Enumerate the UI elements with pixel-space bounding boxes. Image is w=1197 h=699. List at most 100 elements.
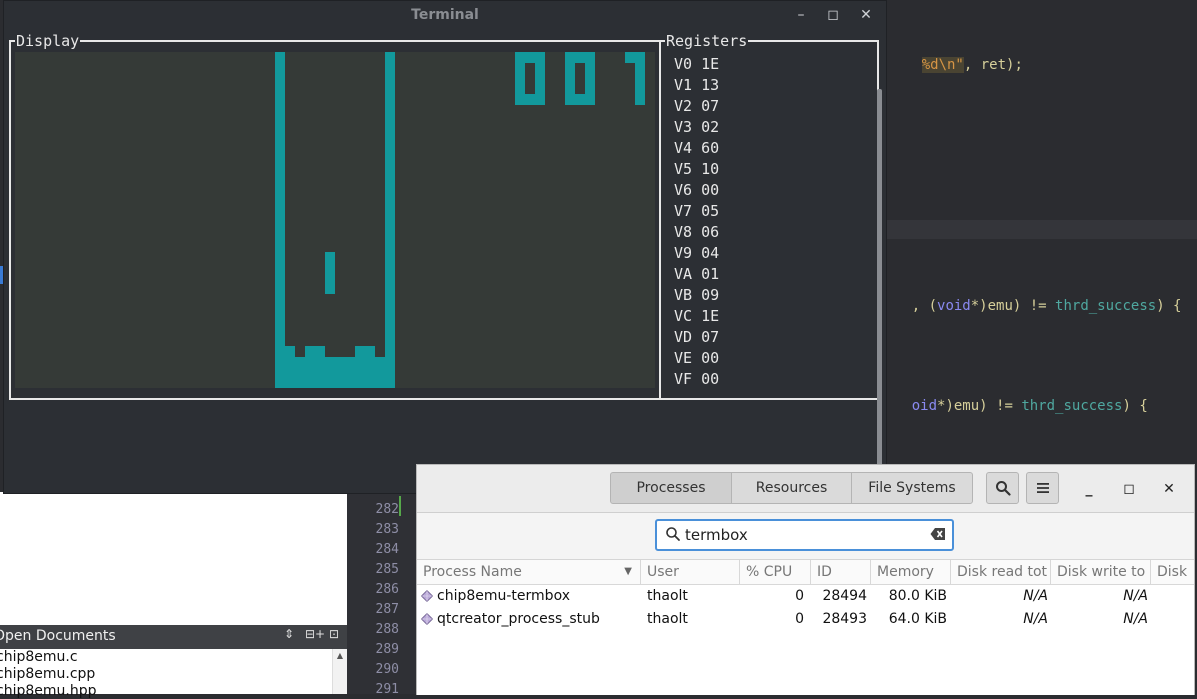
stacked-block [285, 346, 295, 357]
search-icon [665, 526, 681, 542]
score-digit-pixel [535, 52, 545, 63]
process-icon [421, 613, 433, 625]
table-row[interactable]: qtcreator_process_stubthaolt02849364.0 K… [417, 608, 1194, 631]
code-line-thrd-create-1[interactable]: , (void*)emu) != thrd_success) { [878, 282, 1181, 330]
search-bar [417, 513, 1194, 560]
score-digit-pixel [535, 63, 545, 74]
register-value: 00 [701, 349, 719, 367]
tab-processes[interactable]: Processes [610, 472, 732, 504]
system-monitor-headerbar[interactable]: Processes Resources File Systems _ ◻ ✕ [417, 465, 1194, 513]
register-value: 07 [701, 97, 719, 115]
open-documents-header: Open Documents ⇕ ⊟+ ⊡ [0, 625, 347, 649]
score-digit-pixel [565, 52, 575, 63]
list-item[interactable]: chip8emu.hpp [0, 683, 96, 699]
scroll-up-icon[interactable]: ▲ [333, 651, 347, 660]
score-digit-pixel [575, 94, 585, 105]
tab-file-systems[interactable]: File Systems [851, 472, 973, 504]
score-digit-pixel [515, 52, 525, 63]
score-digit-pixel [575, 52, 585, 63]
cell-cpu: 0 [740, 585, 804, 608]
register-row: V9 04 [674, 243, 719, 264]
score-digit-pixel [535, 73, 545, 84]
code-line-printf[interactable]: %d\n", ret); [888, 41, 1023, 89]
code-type: thrd_success [1055, 298, 1156, 314]
register-name: VB [674, 286, 692, 304]
column-cpu[interactable]: % CPU [740, 560, 811, 584]
register-row: V1 13 [674, 75, 719, 96]
cell-id: 28494 [811, 585, 867, 608]
register-value: 01 [701, 265, 719, 283]
column-memory[interactable]: Memory [871, 560, 951, 584]
registers-list: V0 1EV1 13V2 07V3 02V4 60V5 10V6 00V7 05… [674, 54, 719, 390]
cell-name: qtcreator_process_stub [437, 608, 637, 631]
register-row: V7 05 [674, 201, 719, 222]
score-digit-pixel [535, 84, 545, 95]
falling-piece [325, 252, 335, 294]
code-text: , ( [912, 298, 937, 314]
cell-user: thaolt [647, 585, 737, 608]
score-digit-pixel [585, 73, 595, 84]
split-icon[interactable]: ⊟+ [305, 627, 325, 641]
score-digit-pixel [565, 94, 575, 105]
score-digit-pixel [635, 73, 645, 84]
register-row: V4 60 [674, 138, 719, 159]
column-process-name[interactable]: Process Name ▼ [417, 560, 641, 584]
minimize-icon[interactable]: – [791, 5, 811, 25]
open-documents-scrollbar[interactable]: ▲ [332, 649, 347, 694]
register-value: 13 [701, 76, 719, 94]
search-input[interactable] [685, 525, 915, 545]
score-digit-pixel [525, 52, 535, 63]
register-row: VB 09 [674, 285, 719, 306]
tab-resources[interactable]: Resources [731, 472, 852, 504]
terminal-titlebar[interactable]: Terminal – ◻ ✕ [4, 1, 886, 29]
register-value: 10 [701, 160, 719, 178]
column-disk-write[interactable]: Disk write to [1051, 560, 1151, 584]
cell-user: thaolt [647, 608, 737, 631]
terminal-window: Terminal – ◻ ✕ Display Registers V0 1EV1… [3, 0, 887, 494]
menu-button[interactable] [1026, 472, 1059, 504]
clear-search-icon[interactable] [930, 527, 946, 541]
register-row: VF 00 [674, 369, 719, 390]
line-number: 283 [369, 522, 399, 537]
cell-cpu: 0 [740, 608, 804, 631]
display-label: Display [15, 32, 80, 50]
column-id[interactable]: ID [811, 560, 871, 584]
code-line-thrd-create-2[interactable]: oid*)emu) != thrd_success) { [878, 382, 1148, 430]
close-icon[interactable]: ✕ [856, 5, 876, 25]
score-digit-pixel [525, 94, 535, 105]
terminal-content[interactable]: Display Registers V0 1EV1 13V2 07V3 02V4… [4, 29, 886, 493]
register-name: V4 [674, 139, 692, 157]
register-row: VE 00 [674, 348, 719, 369]
maximize-icon[interactable]: ◻ [1119, 479, 1139, 499]
stacked-block [305, 346, 325, 357]
list-item[interactable]: chip8emu.c [0, 649, 78, 665]
code-text: *)emu) != [971, 298, 1055, 314]
change-marker [399, 496, 401, 516]
register-name: V9 [674, 244, 692, 262]
score-digit-pixel [585, 84, 595, 95]
list-item[interactable]: chip8emu.cpp [0, 666, 95, 682]
search-button[interactable] [986, 472, 1019, 504]
table-row[interactable]: chip8emu-termboxthaolt02849480.0 KiBN/AN… [417, 585, 1194, 608]
sort-descending-icon: ▼ [624, 560, 632, 584]
cell-id: 28493 [811, 608, 867, 631]
sort-updown-icon[interactable]: ⇕ [284, 627, 294, 641]
score-digit-pixel [635, 84, 645, 95]
close-pane-icon[interactable]: ⊡ [329, 627, 339, 641]
minimize-icon[interactable]: _ [1079, 479, 1099, 499]
register-name: V5 [674, 160, 692, 178]
search-field[interactable] [655, 519, 954, 551]
register-row: V0 1E [674, 54, 719, 75]
register-row: V5 10 [674, 159, 719, 180]
column-disk-read[interactable]: Disk read tot [951, 560, 1051, 584]
maximize-icon[interactable]: ◻ [823, 5, 843, 25]
hamburger-menu-icon [1036, 482, 1050, 494]
well-floor [275, 367, 395, 388]
score-digit-pixel [585, 94, 595, 105]
terminal-scrollbar[interactable] [877, 89, 882, 489]
score-digit-pixel [515, 84, 525, 95]
close-icon[interactable]: ✕ [1159, 479, 1179, 499]
cell-disk-read: N/A [951, 608, 1048, 631]
column-user[interactable]: User [641, 560, 740, 584]
column-disk[interactable]: Disk [1151, 560, 1194, 584]
